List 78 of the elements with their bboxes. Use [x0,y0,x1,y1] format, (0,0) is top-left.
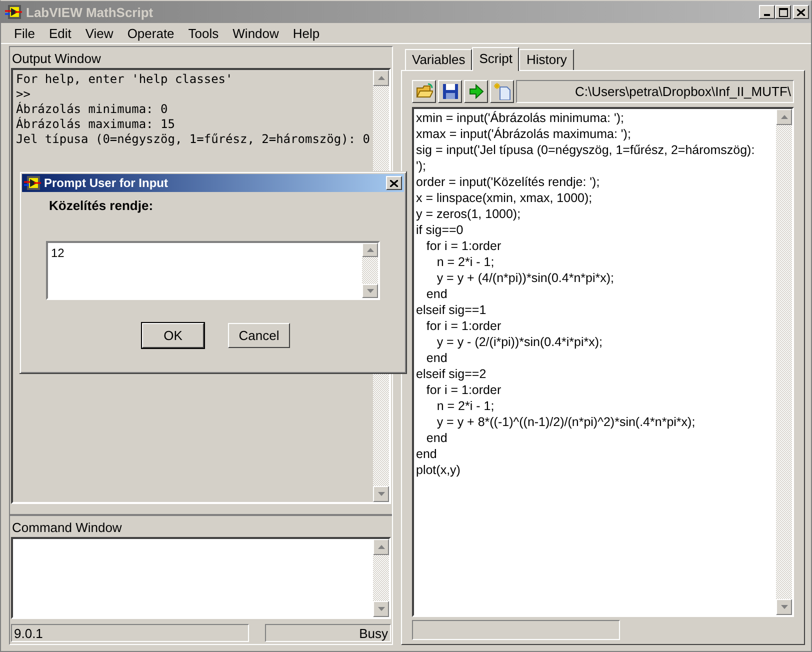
maximize-button[interactable] [775,5,791,19]
tab[interactable]: Variables [405,49,472,70]
window-title: LabVIEW MathScript [26,4,154,20]
app-icon [24,175,41,191]
code-line: y = y - (2/(i*pi))*sin(0.4*i*pi*x); [436,334,604,350]
script-editor[interactable] [412,107,794,617]
output-line: For help, enter 'help classes' [16,72,234,87]
tab[interactable]: History [519,49,574,70]
code-line: xmin = input('Ábrázolás minimuma: '); [416,110,625,126]
input-field[interactable]: 12 [46,241,380,300]
menu-item[interactable]: File [7,26,42,40]
code-line: if sig==0 [416,222,464,238]
scroll-down-icon[interactable] [378,492,384,496]
scroll-up-icon[interactable] [378,76,384,80]
code-line: for i = 1:order [425,238,502,254]
code-line: elseif sig==2 [416,366,488,382]
code-line: x = linspace(xmin, xmax, 1000); [416,190,594,206]
close-icon [797,8,805,16]
output-line: >> [16,87,32,102]
toolbar-button[interactable] [464,80,488,103]
minimize-button[interactable] [759,5,775,19]
code-line: n = 2*i - 1; [436,254,496,270]
code-line: '); [416,158,428,174]
code-line: y = y + 8*((-1)^((n-1)/2)/(n*pi)^2)*sin(.4*n*pi*x); [436,414,696,430]
status-field: Busy [265,624,391,642]
output-line: Jel típusa (0=négyszög, 1=fűrész, 2=háromszög): 0 [16,132,370,147]
toolbar-button[interactable] [412,80,436,103]
code-line: y = y + (4/(n*pi))*sin(0.4*n*pi*x); [436,270,615,286]
close-button[interactable] [386,176,402,190]
code-line: order = input('Közelítés rendje: '); [416,174,601,190]
panel-label: Command Window [11,519,123,537]
scroll-down-icon[interactable] [378,607,384,611]
scroll-down-icon[interactable] [366,289,374,293]
code-line: end [425,430,448,446]
code-line: plot(x,y) [416,462,462,478]
code-line: sig = input('Jel típusa (0=négyszög, 1=fűrész, 2=háromszög): [416,142,756,158]
scroll-up-icon[interactable] [780,115,788,119]
code-line: end [416,446,438,462]
tab[interactable]: Script [472,47,520,71]
code-line: for i = 1:order [425,382,502,398]
scroll-up-icon[interactable] [366,248,374,252]
prompt-label: Közelítés rendje: [49,198,154,213]
close-icon [390,180,398,186]
maximize-icon [778,8,788,16]
code-line: elseif sig==1 [416,302,488,318]
new-document-icon [494,83,510,100]
close-button[interactable] [793,5,809,19]
folder-icon [416,83,432,100]
file-path-field: C:\Users\petra\Dropbox\Inf_II_MUTF\ [516,80,794,103]
menu-item[interactable]: Tools [181,26,226,40]
menu-item[interactable]: Edit [42,26,78,40]
ok-button[interactable]: OK [142,323,204,348]
vertical-scrollbar[interactable] [776,109,792,615]
menu-item[interactable]: Help [286,26,327,40]
vertical-scrollbar[interactable] [362,243,378,298]
command-input-field[interactable] [11,537,391,619]
menu-item[interactable]: View [78,26,120,40]
code-line: y = zeros(1, 1000); [416,206,522,222]
scroll-down-icon[interactable] [780,605,788,609]
app-icon [5,4,22,20]
dialog-title: Prompt User for Input [44,176,168,190]
code-line: n = 2*i - 1; [436,398,496,414]
toolbar-button[interactable] [490,80,514,103]
vertical-scrollbar[interactable] [373,539,389,617]
cancel-button[interactable]: Cancel [228,323,290,348]
code-line: end [425,286,448,302]
output-line: Ábrázolás minimuma: 0 [16,102,169,116]
toolbar-button[interactable] [438,80,462,103]
code-line: end [425,350,448,366]
panel-label: Output Window [11,50,102,68]
menu-item[interactable]: Window [226,26,286,40]
scroll-up-icon[interactable] [378,545,384,549]
arrow-icon [468,83,484,100]
version-field: 9.0.1 [11,624,249,642]
menu-item[interactable]: Operate [120,26,182,40]
output-line: Ábrázolás maximuma: 15 [16,117,176,132]
code-line: for i = 1:order [425,318,502,334]
code-line: xmax = input('Ábrázolás maximuma: '); [416,126,632,142]
